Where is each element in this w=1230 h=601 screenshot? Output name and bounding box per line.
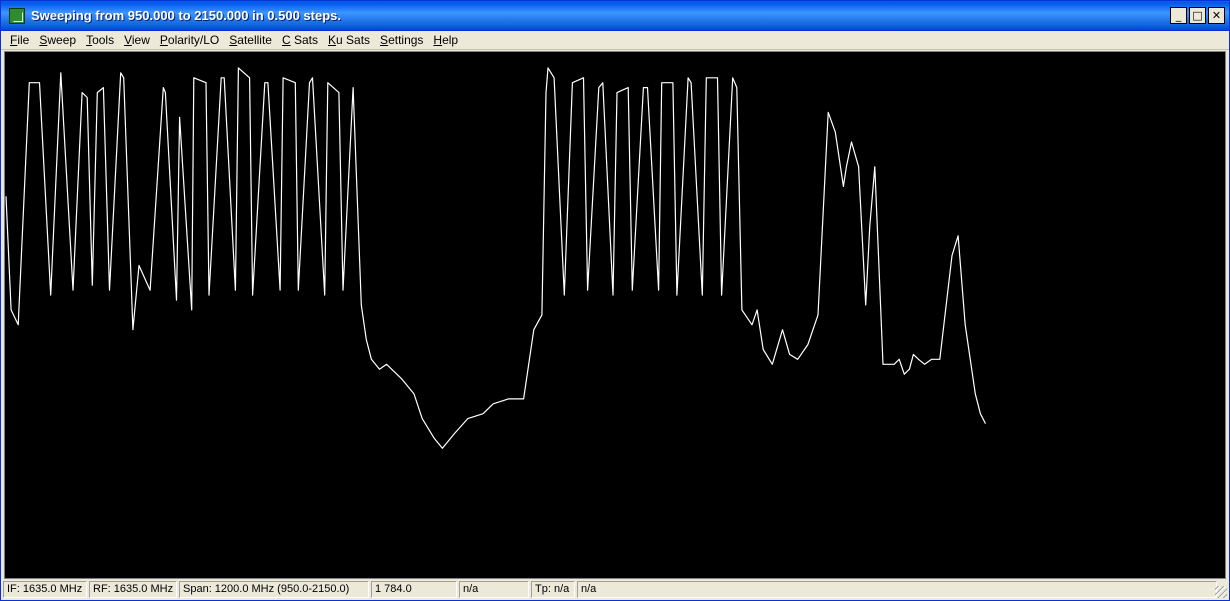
status-field-5: n/a	[459, 581, 529, 598]
menu-file[interactable]: File	[5, 32, 34, 49]
maximize-button[interactable]: □	[1189, 7, 1206, 24]
menu-sweep[interactable]: Sweep	[34, 32, 81, 49]
title-bar[interactable]: Sweeping from 950.000 to 2150.000 in 0.5…	[1, 1, 1229, 31]
menu-settings[interactable]: Settings	[375, 32, 428, 49]
close-button[interactable]: ✕	[1208, 7, 1225, 24]
status-field-7: n/a	[577, 581, 1217, 598]
status-if: IF: 1635.0 MHz	[3, 581, 87, 598]
window-title: Sweeping from 950.000 to 2150.000 in 0.5…	[31, 8, 341, 23]
menu-ku-sats[interactable]: Ku Sats	[323, 32, 375, 49]
window-controls: _ □ ✕	[1170, 7, 1225, 24]
spectrum-chart	[5, 67, 987, 449]
spectrum-trace	[5, 67, 987, 449]
app-icon[interactable]	[9, 8, 25, 24]
status-transponder: Tp: n/a	[531, 581, 575, 598]
resize-grip[interactable]	[1215, 586, 1227, 598]
spectrum-plot[interactable]	[4, 51, 1226, 579]
menu-c-sats[interactable]: C Sats	[277, 32, 323, 49]
status-level: 1 784.0	[371, 581, 457, 598]
main-window: Sweeping from 950.000 to 2150.000 in 0.5…	[0, 0, 1230, 601]
menu-help[interactable]: Help	[428, 32, 463, 49]
menu-bar: File Sweep Tools View Polarity/LO Satell…	[1, 31, 1229, 50]
status-bar: IF: 1635.0 MHz RF: 1635.0 MHz Span: 1200…	[1, 579, 1229, 600]
menu-tools[interactable]: Tools	[81, 32, 119, 49]
menu-satellite[interactable]: Satellite	[224, 32, 277, 49]
minimize-button[interactable]: _	[1170, 7, 1187, 24]
status-rf: RF: 1635.0 MHz	[89, 581, 177, 598]
status-span: Span: 1200.0 MHz (950.0-2150.0)	[179, 581, 369, 598]
menu-polarity-lo[interactable]: Polarity/LO	[155, 32, 224, 49]
menu-view[interactable]: View	[119, 32, 155, 49]
